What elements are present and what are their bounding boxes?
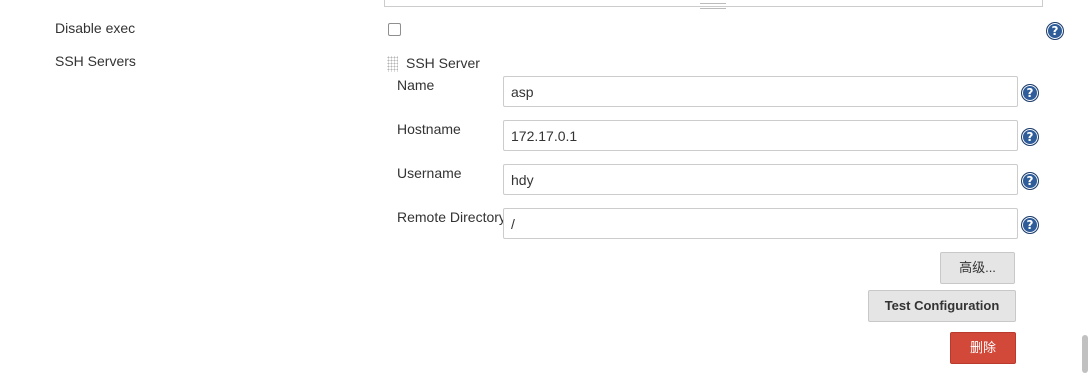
delete-button[interactable]: 删除	[950, 332, 1016, 364]
ssh-servers-label: SSH Servers	[55, 53, 136, 69]
resize-grip-icon[interactable]	[700, 3, 726, 9]
ssh-server-title: SSH Server	[406, 55, 480, 71]
disable-exec-label: Disable exec	[55, 20, 136, 36]
username-field[interactable]	[503, 164, 1018, 195]
advanced-button[interactable]: 高级...	[940, 252, 1015, 284]
drag-handle-icon[interactable]	[387, 56, 398, 72]
username-label: Username	[397, 165, 462, 181]
help-icon-remote-directory[interactable]: ?	[1021, 216, 1039, 234]
hostname-label: Hostname	[397, 121, 461, 137]
help-icon-hostname[interactable]: ?	[1021, 128, 1039, 146]
help-icon-name[interactable]: ?	[1021, 84, 1039, 102]
remote-directory-label: Remote Directory	[397, 209, 506, 225]
hostname-field[interactable]	[503, 120, 1018, 151]
name-field[interactable]	[503, 76, 1018, 107]
name-label: Name	[397, 77, 435, 93]
disable-exec-checkbox[interactable]	[388, 23, 401, 36]
help-icon-username[interactable]: ?	[1021, 172, 1039, 190]
page-scrollbar-thumb[interactable]	[1082, 335, 1088, 373]
test-configuration-button[interactable]: Test Configuration	[868, 290, 1016, 322]
help-icon-disable-exec[interactable]: ?	[1046, 22, 1064, 40]
remote-directory-field[interactable]	[503, 208, 1018, 239]
